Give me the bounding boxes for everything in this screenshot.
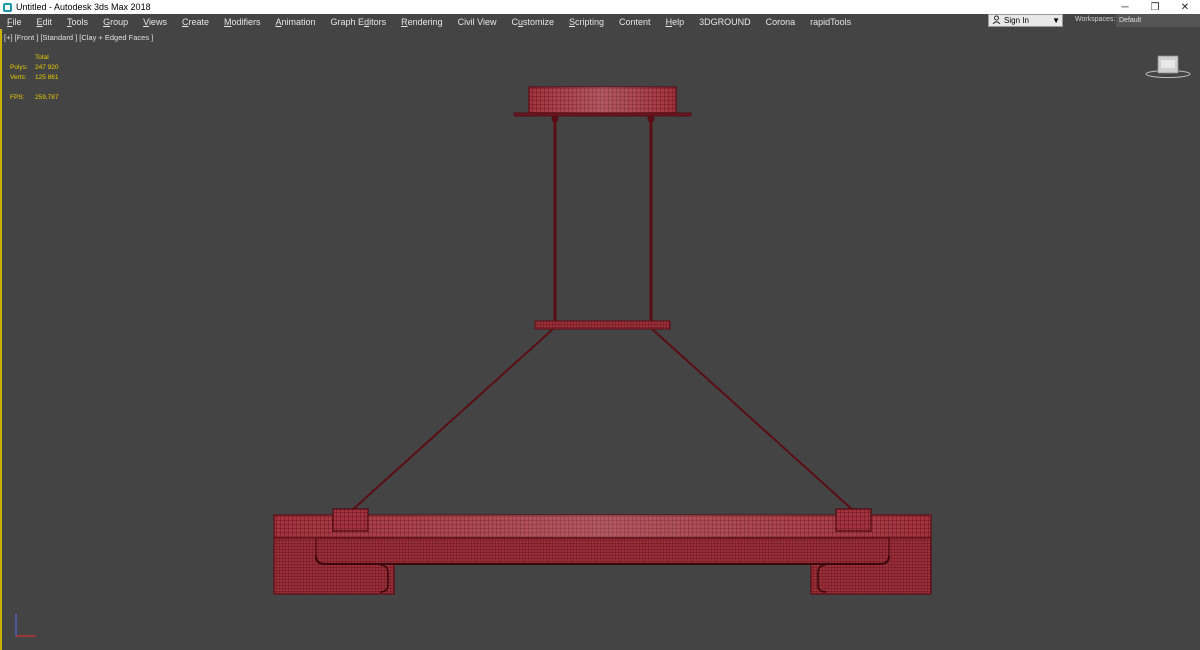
viewport-statistics: Total Polys: 247 920 Verts: 125 861 FPS: 25… bbox=[10, 53, 59, 103]
suspension-rods bbox=[551, 115, 655, 322]
verts-value: 125 861 bbox=[35, 74, 59, 81]
fps-label: FPS: bbox=[10, 94, 25, 101]
verts-label: Verts: bbox=[10, 74, 27, 81]
polys-value: 247 920 bbox=[35, 64, 59, 71]
ceiling-canopy bbox=[513, 86, 692, 117]
axis-tripod-icon bbox=[15, 614, 36, 637]
fps-value: 259,787 bbox=[35, 94, 59, 101]
viewport-scene bbox=[15, 86, 932, 637]
viewport-label[interactable]: [+] [Front ] [Standard ] [Clay + Edged F… bbox=[4, 33, 153, 42]
polys-label: Polys: bbox=[10, 64, 28, 71]
stats-header: Total bbox=[35, 54, 49, 61]
suspension-cables bbox=[349, 328, 856, 513]
viewcube-icon[interactable] bbox=[1144, 54, 1192, 85]
cable-connector-bar bbox=[534, 320, 671, 330]
lamp-body bbox=[273, 508, 932, 595]
